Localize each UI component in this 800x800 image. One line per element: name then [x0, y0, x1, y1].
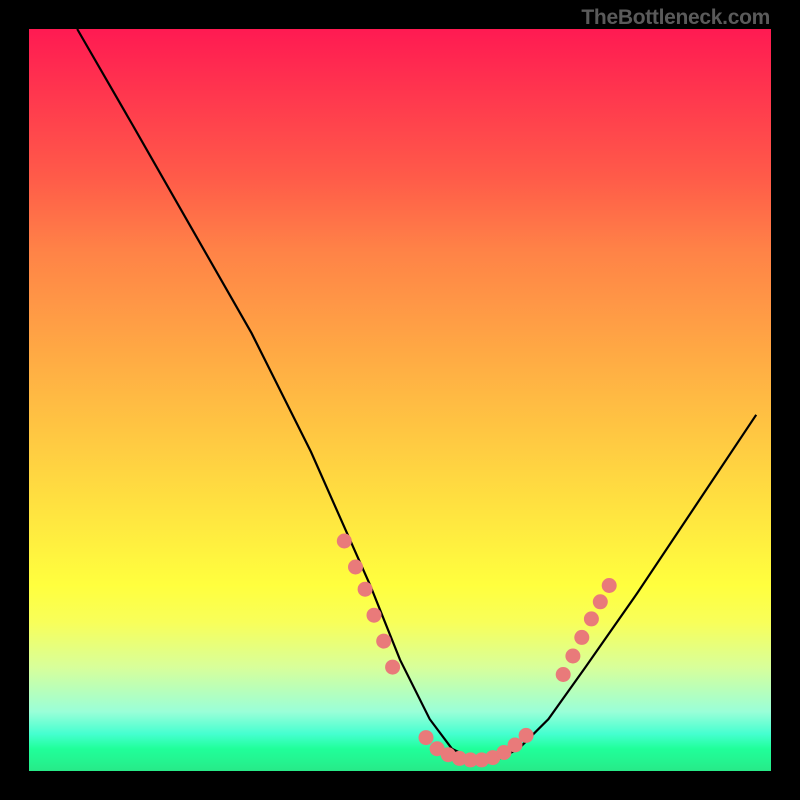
marker-dot	[519, 728, 534, 743]
chart-overlay-svg	[29, 29, 771, 771]
highlight-markers	[337, 534, 617, 768]
marker-dot	[565, 649, 580, 664]
marker-dot	[556, 667, 571, 682]
marker-dot	[348, 560, 363, 575]
marker-dot	[367, 608, 382, 623]
marker-dot	[337, 534, 352, 549]
marker-dot	[584, 611, 599, 626]
marker-dot	[593, 594, 608, 609]
bottleneck-curve	[77, 29, 756, 760]
marker-dot	[574, 630, 589, 645]
marker-dot	[602, 578, 617, 593]
marker-dot	[376, 634, 391, 649]
marker-dot	[358, 582, 373, 597]
marker-dot	[385, 660, 400, 675]
marker-dot	[419, 730, 434, 745]
attribution-text: TheBottleneck.com	[581, 6, 770, 30]
